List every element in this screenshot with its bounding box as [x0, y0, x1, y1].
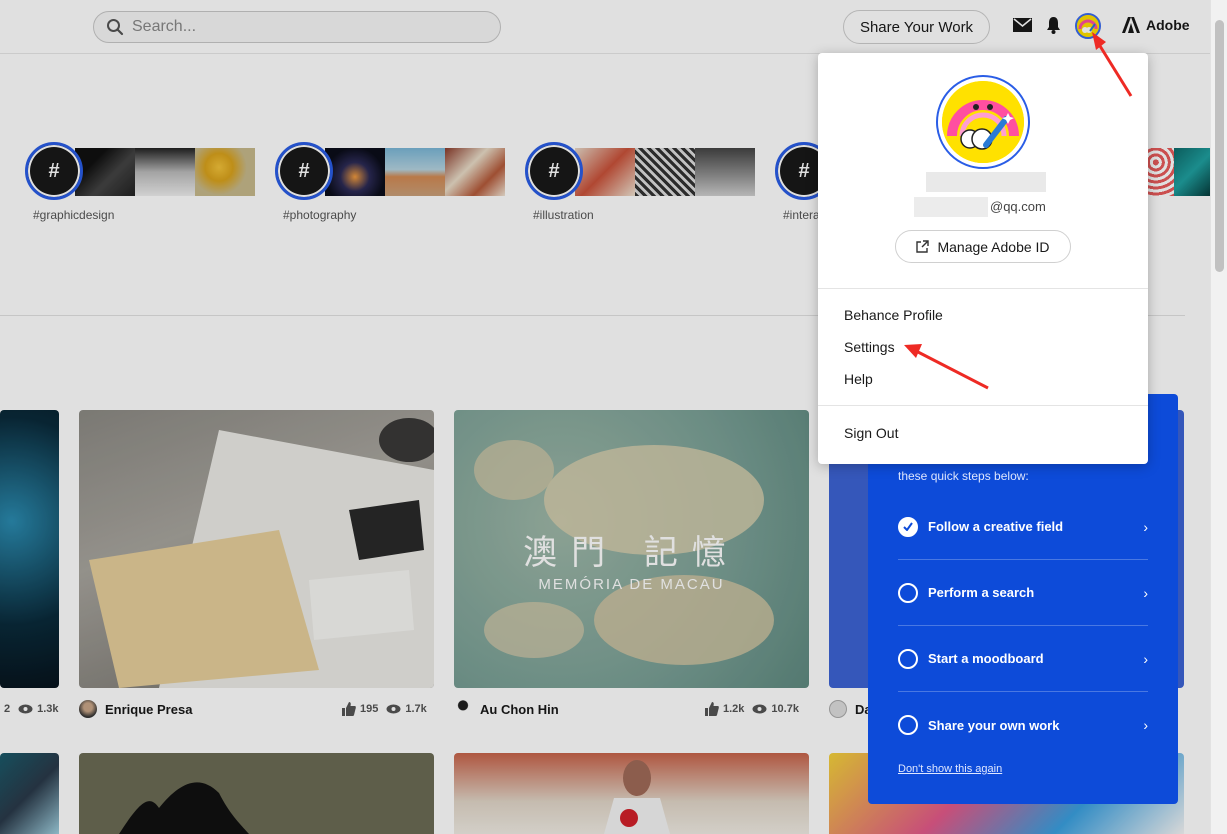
step-label: Start a moodboard — [928, 651, 1044, 666]
chevron-right-icon: › — [1143, 650, 1148, 667]
menu-item-settings[interactable]: Settings — [844, 339, 895, 355]
step-perform-search[interactable]: Perform a search › — [898, 560, 1148, 626]
email-redacted — [914, 197, 988, 217]
avatar-art-icon — [942, 81, 1024, 163]
account-email: @qq.com — [990, 199, 1046, 214]
chevron-right-icon: › — [1143, 717, 1148, 733]
scrollbar-thumb[interactable] — [1215, 20, 1224, 272]
manage-adobe-id-button[interactable]: Manage Adobe ID — [895, 230, 1071, 263]
dropdown-divider — [818, 405, 1148, 406]
manage-label: Manage Adobe ID — [937, 238, 1050, 255]
menu-item-sign-out[interactable]: Sign Out — [844, 425, 898, 441]
username-redacted — [926, 172, 1046, 192]
account-dropdown: @qq.com Manage Adobe ID Behance Profile … — [818, 53, 1148, 464]
checkmark-icon — [898, 516, 918, 537]
step-label: Share your own work — [928, 717, 1060, 733]
step-label: Perform a search — [928, 585, 1035, 600]
menu-item-help[interactable]: Help — [844, 371, 873, 387]
dropdown-divider — [818, 288, 1148, 289]
chevron-right-icon: › — [1143, 584, 1148, 601]
onboarding-subtitle: these quick steps below: — [898, 469, 1029, 483]
dont-show-again-link[interactable]: Don't show this again — [898, 763, 1002, 775]
step-label: Follow a creative field — [928, 519, 1064, 534]
step-share-own-work[interactable]: Share your own work › — [898, 692, 1148, 758]
step-start-moodboard[interactable]: Start a moodboard › — [898, 626, 1148, 692]
profile-avatar[interactable] — [936, 75, 1030, 169]
menu-item-behance-profile[interactable]: Behance Profile — [844, 307, 943, 323]
step-follow-creative-field[interactable]: Follow a creative field › — [898, 494, 1148, 560]
empty-circle-icon — [898, 715, 918, 735]
empty-circle-icon — [898, 648, 918, 669]
empty-circle-icon — [898, 582, 918, 603]
chevron-right-icon: › — [1143, 518, 1148, 535]
vertical-scrollbar[interactable] — [1210, 0, 1227, 834]
external-link-icon — [916, 240, 930, 253]
